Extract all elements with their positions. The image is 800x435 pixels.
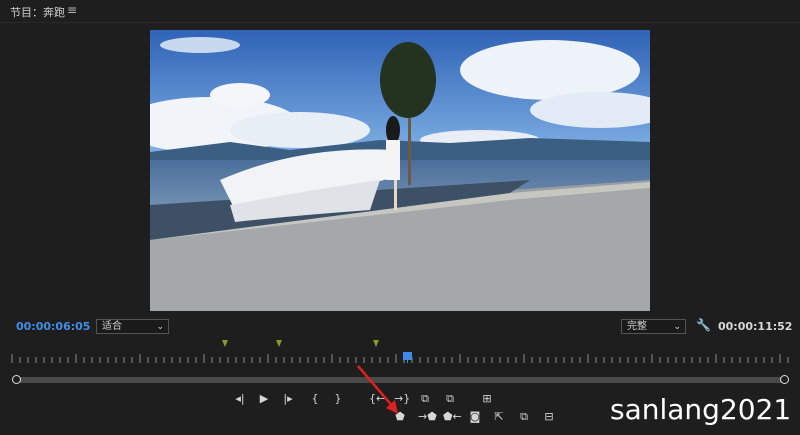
preview-image (150, 30, 650, 311)
panel-header: 节目：奔跑 ≡ (0, 0, 800, 22)
duration-timecode: 00:00:11:52 (718, 320, 793, 333)
panel-title: 节目：奔跑 (10, 6, 65, 19)
extract-icon[interactable]: ⧉ (443, 393, 457, 405)
multicam-icon[interactable]: ⊟ (542, 411, 556, 423)
scrollbar-end-handle[interactable] (780, 375, 789, 384)
export-frame-icon[interactable]: ⇱ (492, 411, 506, 423)
lift-icon[interactable]: ⧉ (418, 393, 432, 405)
compare-icon[interactable]: ⧉ (517, 411, 531, 423)
camera-icon[interactable]: ◙ (468, 411, 482, 423)
current-timecode[interactable]: 00:00:06:05 (16, 320, 90, 333)
program-preview (150, 30, 650, 311)
zoom-select[interactable]: 适合 ⌄ (96, 319, 169, 334)
playhead[interactable] (403, 352, 412, 360)
mark-out-icon[interactable]: } (331, 393, 345, 405)
mark-in-icon[interactable]: { (308, 393, 322, 405)
quality-select-value: 完整 (627, 321, 647, 332)
step-forward-icon[interactable]: |▸ (281, 393, 295, 405)
wrench-icon[interactable]: 🔧 (696, 318, 711, 332)
chevron-down-icon: ⌄ (156, 322, 164, 332)
scrollbar-start-handle[interactable] (12, 375, 21, 384)
chevron-down-icon: ⌄ (673, 322, 681, 332)
marker-icon[interactable] (222, 340, 228, 347)
step-back-icon[interactable]: ◂| (233, 393, 247, 405)
play-icon[interactable]: ▶ (257, 393, 271, 405)
overwrite-icon[interactable]: ⬟← (443, 411, 462, 423)
watermark: sanlang2021 (610, 393, 792, 426)
annotation-arrow (357, 365, 398, 414)
insert-icon[interactable]: →⬟ (418, 411, 437, 423)
hamburger-icon[interactable]: ≡ (67, 3, 77, 17)
marker-icon[interactable] (276, 340, 282, 347)
button-editor-icon[interactable]: ⊞ (480, 393, 494, 405)
quality-select[interactable]: 完整 ⌄ (621, 319, 686, 334)
divider (0, 22, 800, 23)
zoom-select-value: 适合 (102, 321, 122, 332)
marker-icon[interactable] (373, 340, 379, 347)
